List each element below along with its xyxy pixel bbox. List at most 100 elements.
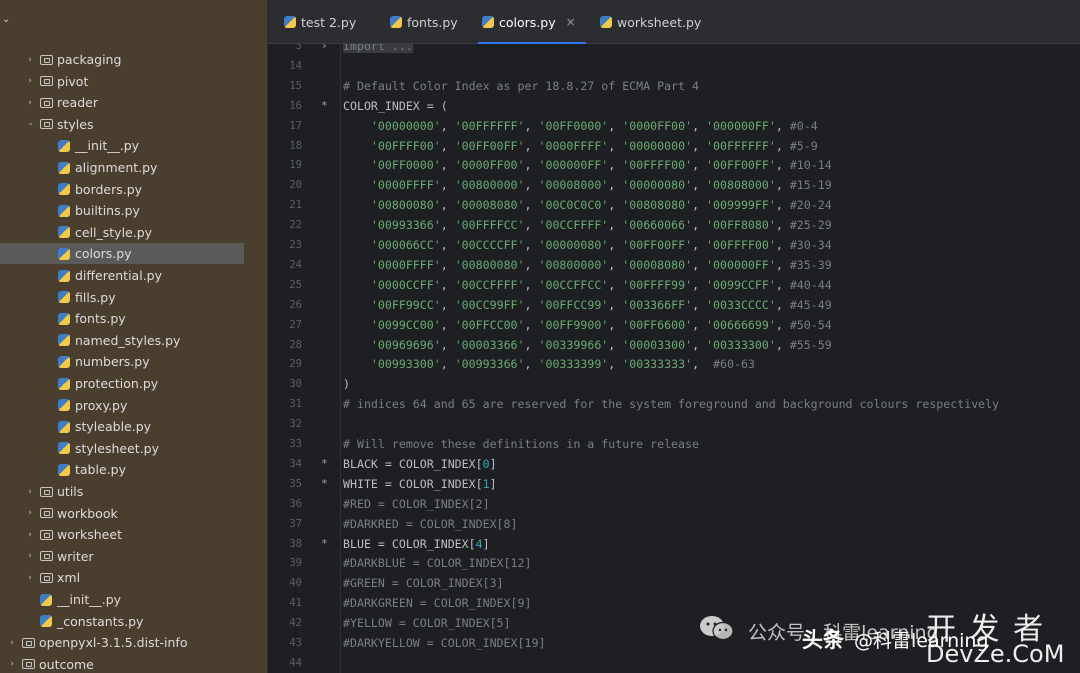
- close-icon[interactable]: ×: [566, 15, 576, 29]
- chevron-right-icon[interactable]: ›: [6, 659, 18, 669]
- tree-item-label: builtins.py: [75, 203, 140, 219]
- code-token-string: '00333399': [538, 357, 609, 372]
- package-folder-icon: [40, 76, 53, 87]
- tree-folder[interactable]: › packaging: [0, 49, 244, 70]
- code-text: COLOR_INDEX = (: [343, 96, 448, 116]
- chevron-right-icon[interactable]: ›: [24, 573, 36, 583]
- tree-folder[interactable]: › pivot: [0, 71, 244, 92]
- code-text: #DARKBLUE = COLOR_INDEX[12]: [343, 553, 531, 573]
- tree-file[interactable]: builtins.py: [0, 200, 244, 221]
- tab-test-2-py[interactable]: test 2.py: [280, 0, 370, 44]
- code-text: #RED = COLOR_INDEX[2]: [343, 494, 490, 514]
- tree-file[interactable]: styleable.py: [0, 416, 244, 437]
- tree-item-label: proxy.py: [75, 397, 128, 413]
- tree-folder[interactable]: › reader: [0, 92, 244, 113]
- line-number: 25: [289, 278, 302, 291]
- code-token-string: '0000FF00': [622, 118, 693, 133]
- tree-item-label: _constants.py: [57, 613, 144, 629]
- tree-file[interactable]: __init__.py: [0, 589, 244, 610]
- code-text: ): [343, 374, 350, 394]
- code-token-plain: ,: [775, 218, 790, 233]
- tree-folder[interactable]: › utils: [0, 481, 244, 502]
- code-token-fold[interactable]: import ...: [343, 44, 413, 53]
- code-token-comment: #15-19: [789, 178, 832, 193]
- tree-file[interactable]: colors.py: [0, 243, 244, 265]
- tab-colors-py[interactable]: colors.py ×: [478, 0, 586, 44]
- tree-file[interactable]: __init__.py: [0, 135, 244, 156]
- chevron-right-icon[interactable]: ›: [24, 487, 36, 497]
- tree-folder[interactable]: › styles: [0, 114, 244, 135]
- change-marker-icon[interactable]: *: [321, 96, 328, 116]
- tree-file[interactable]: named_styles.py: [0, 330, 244, 351]
- tree-file[interactable]: numbers.py: [0, 351, 244, 372]
- tree-folder[interactable]: › openpyxl-3.1.5.dist-info: [0, 632, 244, 653]
- line-number: 41: [289, 597, 302, 610]
- code-token-string: '0033CCCC': [706, 297, 776, 312]
- code-line: 39 #DARKBLUE = COLOR_INDEX[12]: [268, 553, 1080, 573]
- code-token-string: '009999FF': [706, 198, 776, 213]
- fold-icon[interactable]: ›: [321, 44, 328, 56]
- tab-fonts-py[interactable]: fonts.py: [386, 0, 466, 44]
- code-token-plain: ,: [440, 118, 455, 133]
- code-token-plain: ,: [608, 357, 623, 372]
- python-file-icon: [58, 334, 70, 347]
- code-token-comment: #40-44: [789, 277, 832, 292]
- change-marker-icon[interactable]: *: [321, 534, 328, 554]
- code-line: 36 #RED = COLOR_INDEX[2]: [268, 494, 1080, 514]
- line-number: 36: [289, 497, 302, 510]
- chevron-right-icon[interactable]: ›: [6, 638, 18, 648]
- chevron-right-icon[interactable]: ›: [24, 508, 36, 518]
- code-text: #DARKYELLOW = COLOR_INDEX[19]: [343, 633, 545, 653]
- chevron-down-icon[interactable]: ⌄: [2, 14, 10, 25]
- chevron-right-icon[interactable]: ›: [24, 55, 36, 65]
- code-editor[interactable]: 3 › import ... 14 15 # Default Color Index as…: [268, 44, 1080, 673]
- change-marker-icon[interactable]: *: [321, 454, 328, 474]
- tree-file[interactable]: fonts.py: [0, 308, 244, 329]
- tree-file[interactable]: proxy.py: [0, 395, 244, 416]
- package-folder-icon: [40, 529, 53, 540]
- code-token-string: '0099CCFF': [706, 277, 776, 292]
- tree-folder[interactable]: › worksheet: [0, 524, 244, 545]
- chevron-right-icon[interactable]: ›: [24, 551, 36, 561]
- tree-file[interactable]: borders.py: [0, 179, 244, 200]
- code-token-plain: ,: [608, 218, 623, 233]
- package-folder-icon: [40, 54, 53, 65]
- code-token-plain: ,: [440, 257, 455, 272]
- code-text: '00800080', '00008080', '00C0C0C0', '008…: [343, 195, 832, 215]
- tree-file[interactable]: stylesheet.py: [0, 438, 244, 459]
- tree-file[interactable]: fills.py: [0, 287, 244, 308]
- tree-folder[interactable]: › xml: [0, 567, 244, 588]
- tree-folder[interactable]: › writer: [0, 546, 244, 567]
- line-number: 22: [289, 219, 302, 232]
- code-token-string: '000066CC': [370, 238, 441, 252]
- chevron-right-icon[interactable]: ›: [24, 530, 36, 540]
- code-text: '00FF99CC', '00CC99FF', '00FFCC99', '003…: [343, 295, 832, 315]
- tree-folder[interactable]: › outcome: [0, 654, 244, 673]
- tab-worksheet-py[interactable]: worksheet.py: [596, 0, 701, 44]
- tree-file[interactable]: differential.py: [0, 265, 244, 286]
- code-token-plain: ,: [775, 317, 790, 332]
- tree-file[interactable]: _constants.py: [0, 611, 244, 632]
- chevron-right-icon[interactable]: ›: [24, 76, 36, 86]
- code-token-string: '00FF00FF': [622, 238, 693, 252]
- tree-file[interactable]: cell_style.py: [0, 222, 244, 243]
- python-file-icon: [600, 16, 612, 28]
- code-text: '0000FFFF', '00800000', '00008000', '000…: [343, 175, 832, 195]
- tree-file[interactable]: table.py: [0, 459, 244, 480]
- line-number: 39: [289, 557, 302, 570]
- chevron-down-icon[interactable]: ›: [25, 118, 35, 130]
- code-token-string: '00993300': [370, 357, 441, 372]
- change-marker-icon[interactable]: *: [321, 474, 328, 494]
- python-file-icon: [58, 269, 70, 282]
- code-token-plain: ,: [440, 277, 455, 292]
- code-token-plain: ,: [775, 138, 790, 153]
- tree-file[interactable]: protection.py: [0, 373, 244, 394]
- code-token-string: '00000000': [370, 118, 441, 133]
- code-line: 20 '0000FFFF', '00800000', '00008000', '…: [268, 175, 1080, 195]
- chevron-right-icon[interactable]: ›: [24, 98, 36, 108]
- tree-item-label: alignment.py: [75, 160, 158, 175]
- tree-folder[interactable]: › workbook: [0, 503, 244, 524]
- tree-file[interactable]: alignment.py: [0, 157, 244, 178]
- code-token-comment: #DARKRED = COLOR_INDEX[8]: [343, 516, 518, 531]
